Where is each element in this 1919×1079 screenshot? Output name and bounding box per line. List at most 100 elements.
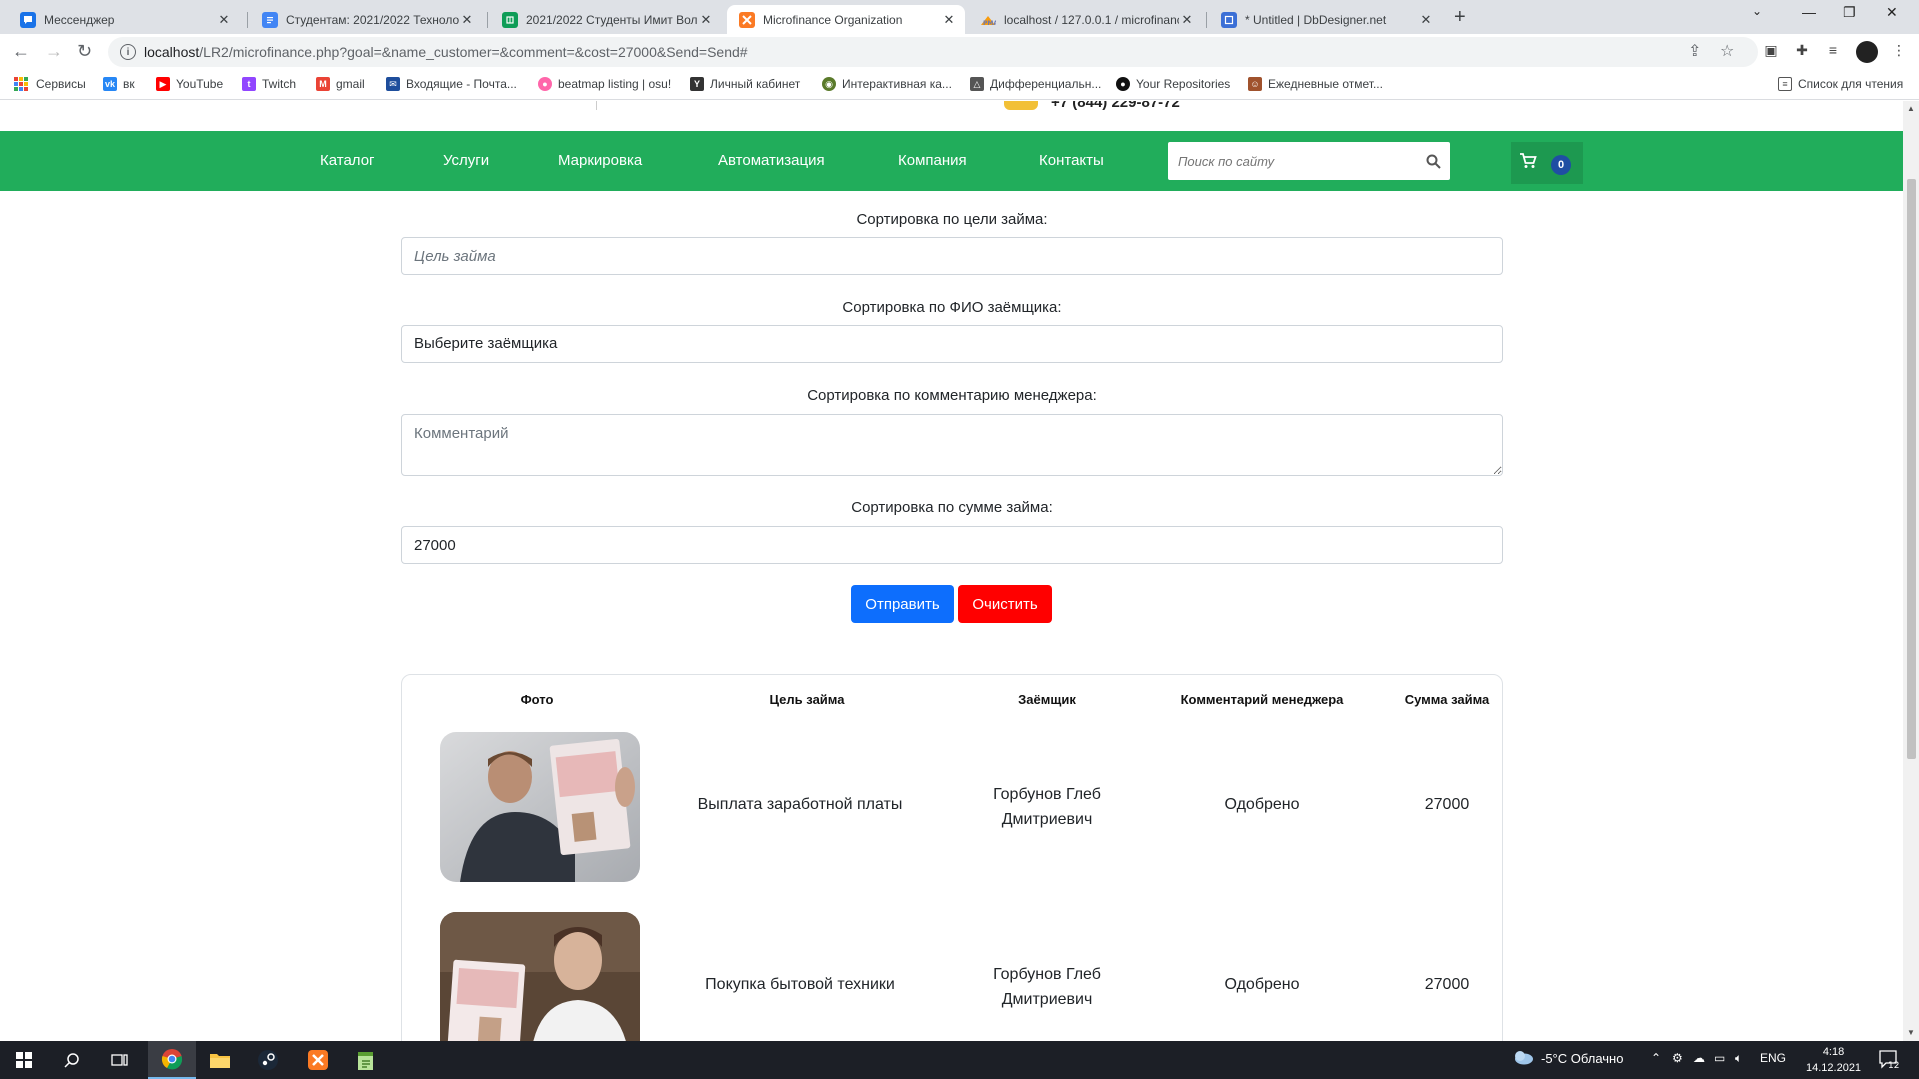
search-icon[interactable] (1416, 154, 1450, 169)
browser-tab[interactable]: * Untitled | DbDesigner.net ✕ (1209, 5, 1442, 34)
header-phone[interactable]: +7 (844) 229-87-72 (1051, 101, 1180, 111)
submit-button[interactable]: Отправить (851, 585, 954, 623)
reading-queue-icon[interactable]: ≡ (1824, 42, 1842, 60)
cost-filter-input[interactable] (401, 526, 1503, 564)
extension-off-icon[interactable]: ▣ (1762, 42, 1780, 60)
bookmark-twitch[interactable]: t Twitch (242, 77, 296, 91)
browser-tab[interactable]: Мессенджер ✕ (8, 5, 240, 34)
customer-filter-label: Сортировка по ФИО заёмщика: (842, 299, 1062, 316)
column-header-amount: Сумма займа (1404, 692, 1490, 707)
bookmark-youtube[interactable]: ▶ YouTube (156, 77, 223, 91)
tab-search-button[interactable]: ⌄ (1752, 4, 1762, 18)
windows-start-icon[interactable] (0, 1041, 48, 1079)
cart-button[interactable]: 0 (1511, 142, 1583, 184)
weather-icon[interactable] (1512, 1049, 1534, 1068)
daily-icon: ☺ (1248, 77, 1262, 91)
xampp-icon[interactable] (294, 1041, 342, 1079)
notepad-plus-icon[interactable] (342, 1041, 390, 1079)
system-clock[interactable]: 4:18 14.12.2021 (1806, 1044, 1861, 1076)
browser-tab[interactable]: PMA localhost / 127.0.0.1 / microfinance… (968, 5, 1203, 34)
nav-marking[interactable]: Маркировка (558, 152, 642, 169)
bookmark-math[interactable]: △ Дифференциальн... (970, 77, 1101, 91)
clear-button[interactable]: Очистить (958, 585, 1052, 623)
scroll-up-arrow-icon[interactable]: ▲ (1907, 104, 1915, 113)
nav-contacts[interactable]: Контакты (1039, 152, 1104, 169)
nav-services[interactable]: Услуги (443, 152, 489, 169)
restore-button[interactable]: ❐ (1843, 4, 1856, 21)
weather-text[interactable]: -5°C Облачно (1541, 1051, 1623, 1066)
close-icon[interactable]: ✕ (698, 12, 714, 28)
browser-tab[interactable]: 2021/2022 Студенты Имит ВолГУ ✕ (490, 5, 722, 34)
bookmark-gmail[interactable]: M gmail (316, 77, 365, 91)
close-icon[interactable]: ✕ (216, 12, 232, 28)
header-divider (596, 101, 597, 110)
address-bar[interactable]: i localhost/LR2/microfinance.php?goal=&n… (108, 37, 1758, 67)
bookmark-osu[interactable]: ● beatmap listing | osu! (538, 77, 671, 91)
scroll-down-arrow-icon[interactable]: ▼ (1907, 1028, 1915, 1037)
back-button[interactable]: ← (12, 41, 30, 62)
close-icon[interactable]: ✕ (459, 12, 475, 28)
extensions-puzzle-icon[interactable]: ✚ (1793, 42, 1811, 60)
nav-automation[interactable]: Автоматизация (718, 152, 825, 169)
browser-toolbar: ← → ↻ i localhost/LR2/microfinance.php?g… (0, 34, 1919, 70)
browser-tab-active[interactable]: Microfinance Organization ✕ (727, 5, 965, 34)
bookmark-github[interactable]: ● Your Repositories (1116, 77, 1230, 91)
share-icon[interactable]: ⇪ (1688, 41, 1701, 61)
bookmark-map[interactable]: ◉ Интерактивная ка... (822, 77, 952, 91)
tab-title: 2021/2022 Студенты Имит ВолГУ (526, 12, 698, 27)
messenger-icon (20, 11, 36, 28)
loan-goal-cell: Покупка бытовой техники (705, 976, 895, 993)
site-info-icon[interactable]: i (120, 44, 136, 60)
search-icon[interactable] (48, 1041, 96, 1079)
goal-filter-input[interactable] (401, 237, 1503, 275)
youtube-icon: ▶ (156, 77, 170, 91)
customer-select[interactable]: Выберите заёмщика (401, 325, 1503, 363)
steam-icon[interactable] (244, 1041, 292, 1079)
nav-catalog[interactable]: Каталог (320, 152, 375, 169)
onedrive-icon[interactable]: ☁ (1693, 1051, 1705, 1065)
nav-company[interactable]: Компания (898, 152, 967, 169)
site-search-input[interactable] (1168, 143, 1416, 179)
phpmyadmin-icon: PMA (980, 12, 996, 28)
browser-tab[interactable]: Студентам: 2021/2022 Технологии ✕ (250, 5, 483, 34)
close-icon[interactable]: ✕ (1179, 12, 1195, 28)
network-icon[interactable]: ▭ (1714, 1051, 1725, 1065)
reading-list-button[interactable]: ≡ Список для чтения (1778, 77, 1903, 91)
minimize-button[interactable]: — (1802, 4, 1816, 20)
bookmark-label: Your Repositories (1136, 77, 1231, 91)
steam-tray-icon[interactable]: ⚙ (1672, 1051, 1683, 1065)
close-icon[interactable]: ✕ (941, 12, 957, 28)
scrollbar-thumb[interactable] (1907, 179, 1916, 759)
bookmark-vk[interactable]: vk вк (103, 77, 135, 91)
reload-button[interactable]: ↻ (77, 41, 92, 62)
chevron-up-icon[interactable]: ⌃ (1651, 1051, 1661, 1065)
task-view-icon[interactable] (96, 1041, 144, 1079)
forward-button[interactable]: → (45, 41, 63, 62)
bookmark-services[interactable]: Сервисы (14, 77, 86, 91)
bookmark-label: Twitch (262, 77, 297, 91)
bookmark-label: Личный кабинет (710, 77, 801, 91)
language-indicator[interactable]: ENG (1760, 1051, 1786, 1065)
apps-grid-icon (14, 77, 28, 91)
bookmark-inbox[interactable]: ✉ Входящие - Почта... (386, 77, 517, 91)
emblem-icon (1004, 101, 1038, 110)
close-icon[interactable]: ✕ (1418, 12, 1434, 28)
osu-icon: ● (538, 77, 552, 91)
chrome-menu-icon[interactable]: ⋮ (1890, 42, 1908, 60)
chrome-taskbar-icon[interactable] (148, 1041, 196, 1079)
browser-tab-strip: Мессенджер ✕ Студентам: 2021/2022 Технол… (0, 0, 1919, 34)
new-tab-button[interactable]: + (1454, 6, 1466, 29)
bookmark-star-icon[interactable]: ☆ (1720, 41, 1734, 61)
map-icon: ◉ (822, 77, 836, 91)
borrower-name-line2: Дмитриевич (1001, 811, 1093, 828)
bookmark-daily[interactable]: ☺ Ежедневные отмет... (1248, 77, 1383, 91)
comment-filter-textarea[interactable] (401, 414, 1503, 476)
volume-icon[interactable]: 🔈︎ (1735, 1051, 1742, 1066)
close-window-button[interactable]: ✕ (1886, 4, 1898, 21)
bookmark-cabinet[interactable]: Y Личный кабинет (690, 77, 800, 91)
notification-center-icon[interactable]: 12 (1878, 1049, 1900, 1072)
loan-amount-cell: 27000 (1424, 976, 1470, 993)
page-scrollbar[interactable]: ▲ ▼ (1903, 101, 1919, 1041)
profile-avatar[interactable] (1856, 41, 1878, 63)
file-explorer-icon[interactable] (196, 1041, 244, 1079)
